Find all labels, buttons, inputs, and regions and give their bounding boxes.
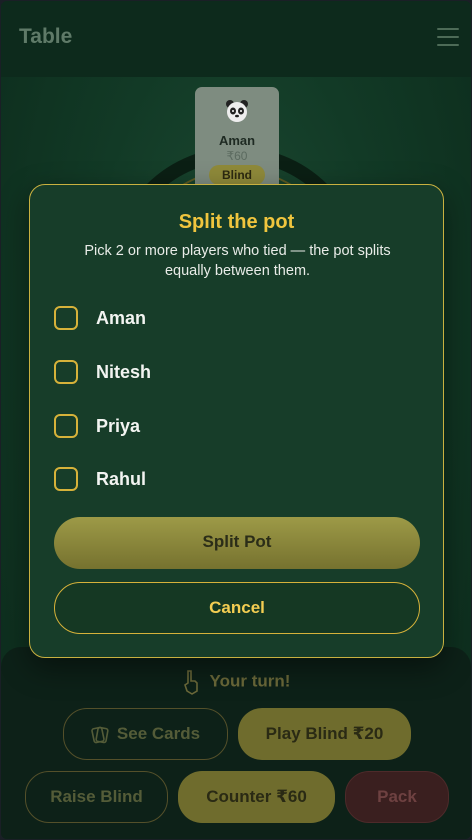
game-screen: Table Aman ₹60 Blind Your turn! See Card… <box>1 1 471 839</box>
player-option-label: Rahul <box>96 469 147 489</box>
player-option-label: Aman <box>96 308 147 328</box>
player-option-nitesh[interactable]: Nitesh <box>54 359 354 389</box>
dialog-description: Pick 2 or more players who tied — the po… <box>84 243 391 279</box>
dialog-title: Split the pot <box>178 211 295 233</box>
player-option-rahul[interactable]: Rahul <box>54 466 354 496</box>
split-pot-dialog: Split the pot Pick 2 or more players who… <box>29 184 444 658</box>
checkbox[interactable] <box>54 306 78 330</box>
player-option-label: Priya <box>96 416 141 436</box>
checkbox[interactable] <box>54 360 78 384</box>
player-option-priya[interactable]: Priya <box>54 413 354 443</box>
checkbox[interactable] <box>54 414 78 438</box>
player-option-aman[interactable]: Aman <box>54 305 354 335</box>
cancel-button[interactable]: Cancel <box>54 582 420 634</box>
checkbox[interactable] <box>54 467 78 491</box>
split-pot-button[interactable]: Split Pot <box>54 517 420 569</box>
player-option-label: Nitesh <box>96 362 152 382</box>
